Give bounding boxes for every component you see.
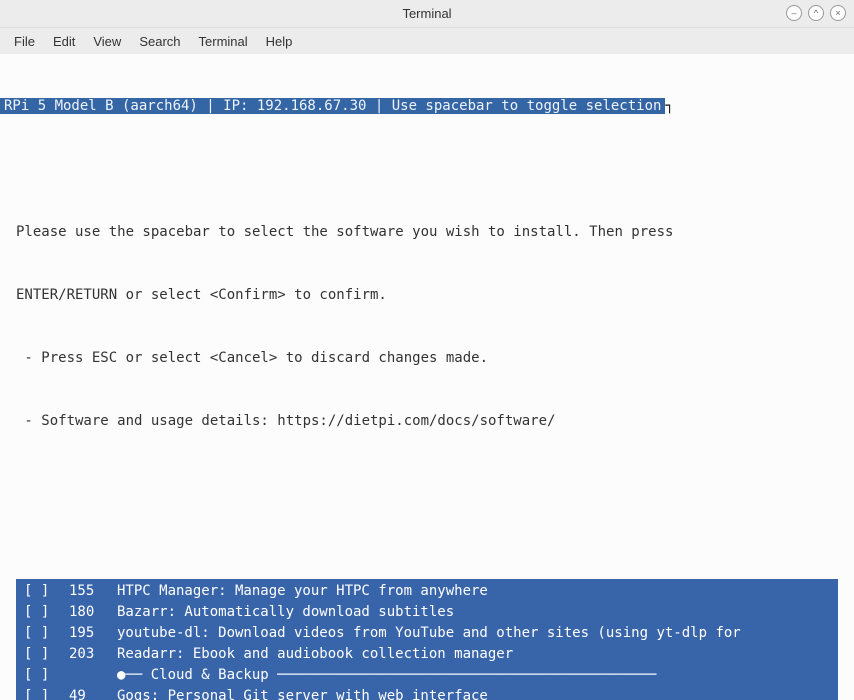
item-label: HTPC Manager: Manage your HTPC from anyw…: [117, 581, 830, 602]
item-id: 203: [69, 644, 117, 665]
menu-view[interactable]: View: [85, 31, 129, 52]
item-id: 49: [69, 686, 117, 700]
checkbox-icon: [ ]: [24, 623, 69, 644]
terminal-body[interactable]: RPi 5 Model B (aarch64) | IP: 192.168.67…: [0, 54, 854, 700]
intro-line: - Press ESC or select <Cancel> to discar…: [16, 348, 838, 369]
menubar: File Edit View Search Terminal Help: [0, 28, 854, 54]
item-id: 155: [69, 581, 117, 602]
list-item[interactable]: [ ] 155 HTPC Manager: Manage your HTPC f…: [24, 581, 830, 602]
list-item[interactable]: [ ] 49 Gogs: Personal Git server with we…: [24, 686, 830, 700]
section-header: [ ] ●── Cloud & Backup ─────────────────…: [24, 665, 830, 686]
item-id: 180: [69, 602, 117, 623]
titlebar: Terminal – ^ ×: [0, 0, 854, 28]
checkbox-icon: [ ]: [24, 686, 69, 700]
status-line: RPi 5 Model B (aarch64) | IP: 192.168.67…: [0, 96, 854, 117]
software-list[interactable]: [ ] 155 HTPC Manager: Manage your HTPC f…: [16, 579, 838, 700]
menu-file[interactable]: File: [6, 31, 43, 52]
menu-help[interactable]: Help: [258, 31, 301, 52]
item-id: [69, 665, 117, 686]
intro-line: ENTER/RETURN or select <Confirm> to conf…: [16, 285, 838, 306]
intro-text: Please use the spacebar to select the so…: [0, 180, 854, 516]
list-item[interactable]: [ ] 203 Readarr: Ebook and audiobook col…: [24, 644, 830, 665]
checkbox-icon: [ ]: [24, 581, 69, 602]
list-item[interactable]: [ ] 195 youtube-dl: Download videos from…: [24, 623, 830, 644]
close-button[interactable]: ×: [830, 5, 846, 21]
item-id: 195: [69, 623, 117, 644]
item-label: Readarr: Ebook and audiobook collection …: [117, 644, 830, 665]
window-controls: – ^ ×: [786, 5, 846, 21]
menu-terminal[interactable]: Terminal: [191, 31, 256, 52]
intro-line: Please use the spacebar to select the so…: [16, 222, 838, 243]
terminal-window: Terminal – ^ × File Edit View Search Ter…: [0, 0, 854, 700]
menu-search[interactable]: Search: [131, 31, 188, 52]
item-label: Gogs: Personal Git server with web inter…: [117, 686, 830, 700]
checkbox-icon: [ ]: [24, 602, 69, 623]
section-title: ●── Cloud & Backup ─────────────────────…: [117, 665, 830, 686]
checkbox-icon: [ ]: [24, 644, 69, 665]
list-item[interactable]: [ ] 180 Bazarr: Automatically download s…: [24, 602, 830, 623]
intro-line: - Software and usage details: https://di…: [16, 411, 838, 432]
menu-edit[interactable]: Edit: [45, 31, 83, 52]
window-title: Terminal: [402, 6, 451, 21]
minimize-button[interactable]: –: [786, 5, 802, 21]
item-label: youtube-dl: Download videos from YouTube…: [117, 623, 830, 644]
checkbox-icon: [ ]: [24, 665, 69, 686]
item-label: Bazarr: Automatically download subtitles: [117, 602, 830, 623]
maximize-button[interactable]: ^: [808, 5, 824, 21]
